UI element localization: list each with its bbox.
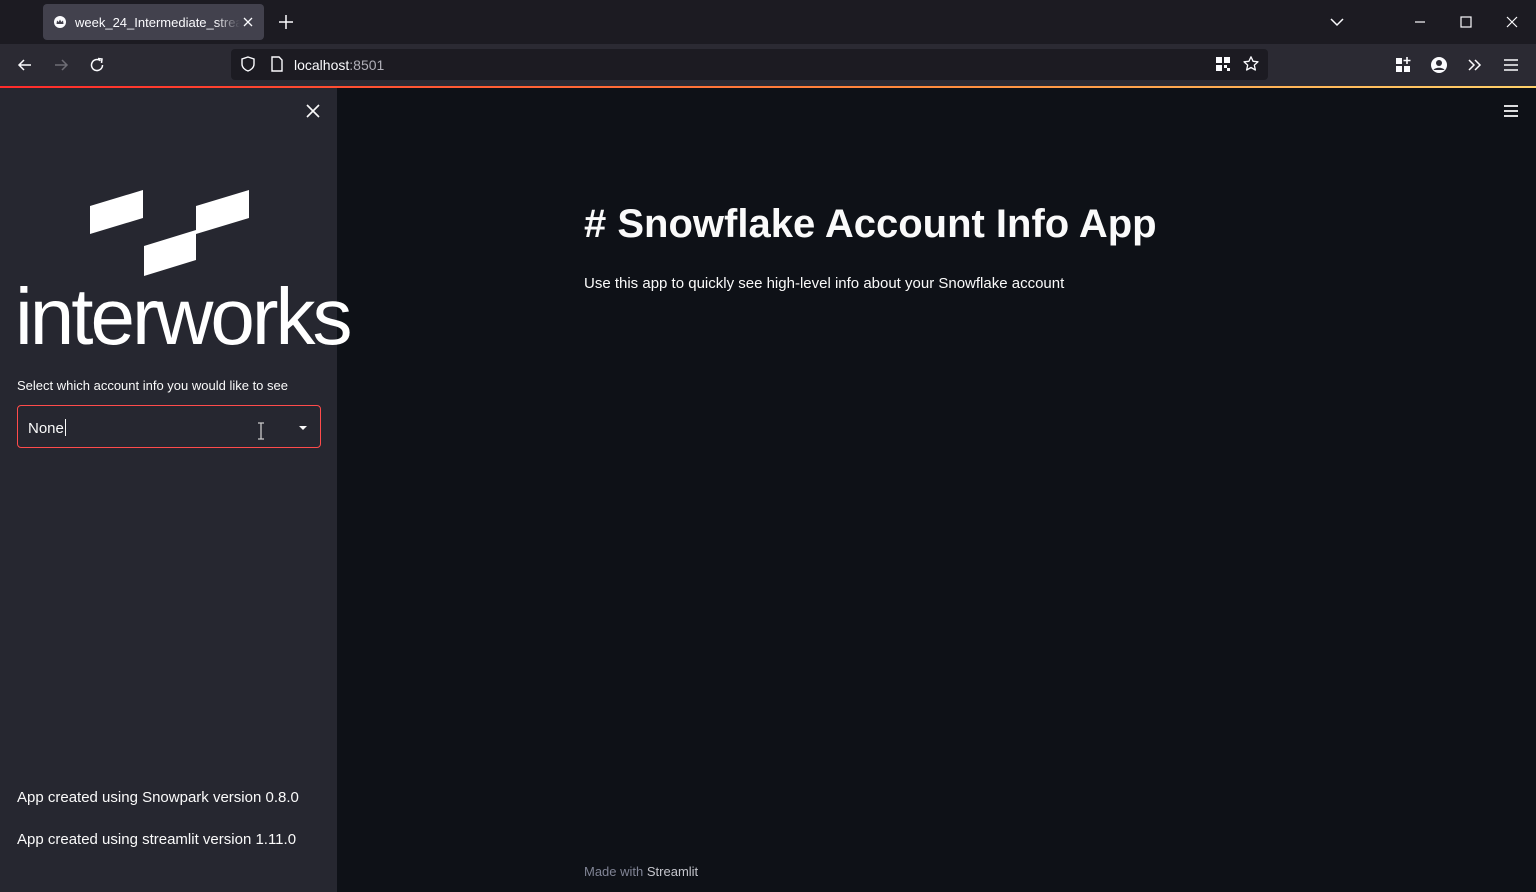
account-icon[interactable] <box>1429 55 1449 75</box>
streamlit-crown-icon <box>52 14 68 30</box>
text-caret <box>64 419 66 436</box>
more-tools-chevrons-icon[interactable] <box>1465 55 1485 75</box>
reload-icon[interactable] <box>87 55 107 75</box>
select-value-text: None <box>28 420 64 437</box>
footer-prefix: Made with <box>584 864 644 879</box>
sidebar-close-icon[interactable] <box>303 101 323 121</box>
back-arrow-icon[interactable] <box>15 55 35 75</box>
url-host: localhost <box>294 57 350 73</box>
list-all-tabs-chevron-icon[interactable] <box>1327 12 1347 32</box>
address-bar[interactable]: localhost:8501 <box>231 49 1268 80</box>
forward-arrow-icon[interactable] <box>51 55 71 75</box>
interworks-logo-wordmark: interworks <box>15 272 353 361</box>
minimize-icon[interactable] <box>1410 12 1430 32</box>
url-port: :8501 <box>349 57 385 73</box>
select-label: Select which account info you would like… <box>17 378 288 393</box>
extensions-icon[interactable] <box>1393 55 1413 75</box>
account-info-select[interactable]: None <box>17 405 321 448</box>
streamlit-version-text: App created using streamlit version 1.11… <box>17 831 297 848</box>
browser-menu-icon[interactable] <box>1501 55 1521 75</box>
tab-title: week_24_Intermediate_streamlit <box>75 14 240 30</box>
bookmark-star-icon[interactable] <box>1242 55 1260 73</box>
maximize-icon[interactable] <box>1456 12 1476 32</box>
page-title: # Snowflake Account Info App <box>584 202 1157 246</box>
close-window-icon[interactable] <box>1502 12 1522 32</box>
app-menu-hamburger-icon[interactable] <box>1500 100 1522 122</box>
select-value[interactable]: None <box>28 419 66 437</box>
text-cursor-ibeam-icon <box>256 422 266 440</box>
shield-icon[interactable] <box>239 55 257 73</box>
sidebar: interworks Select which account info you… <box>0 88 353 892</box>
footer-streamlit-link[interactable]: Streamlit <box>647 864 698 879</box>
footer: Made with Streamlit <box>584 864 698 879</box>
browser-tab-bar: week_24_Intermediate_streamlit <box>0 0 1536 44</box>
qr-code-icon[interactable] <box>1214 55 1232 73</box>
page-icon[interactable] <box>268 55 286 73</box>
snowpark-version-text: App created using Snowpark version 0.8.0 <box>17 789 299 806</box>
url-text[interactable]: localhost:8501 <box>294 57 384 73</box>
tab-close-icon[interactable] <box>240 14 256 30</box>
interworks-logo-mark <box>90 190 249 276</box>
dropdown-arrow-icon[interactable] <box>299 426 307 430</box>
browser-tab[interactable]: week_24_Intermediate_streamlit <box>43 4 264 40</box>
page-description: Use this app to quickly see high-level i… <box>584 275 1065 292</box>
new-tab-plus-icon[interactable] <box>276 12 296 32</box>
